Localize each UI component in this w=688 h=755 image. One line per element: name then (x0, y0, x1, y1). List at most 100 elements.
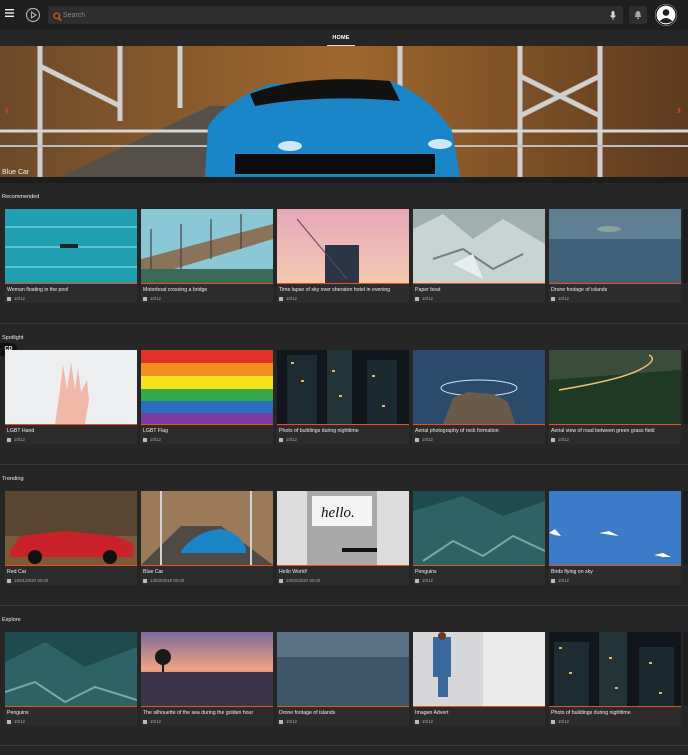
video-thumbnail[interactable] (277, 632, 409, 706)
card-date: 10/12 (279, 437, 297, 442)
video-thumbnail[interactable] (549, 632, 681, 706)
video-card[interactable]: hello. Hello World! 20/02/2020 00:00 (277, 491, 409, 585)
video-card[interactable]: The silhouette of the sea during the gol… (141, 632, 273, 726)
video-thumbnail[interactable] (413, 491, 545, 565)
row-scroll-edge[interactable] (683, 632, 688, 706)
video-thumbnail[interactable]: hello. (277, 491, 409, 565)
progress-accent (413, 283, 545, 284)
video-card[interactable]: Aerial photography of rock formation 10/1… (413, 350, 545, 444)
calendar-icon (143, 296, 147, 301)
card-title[interactable]: Birds flying on sky (551, 569, 593, 575)
row-scroll-edge[interactable] (683, 491, 688, 565)
tab-home[interactable]: HOME (323, 30, 359, 46)
video-card[interactable]: Woman floating in the pool 10/12 (5, 209, 137, 303)
card-title[interactable]: Imagen Advert (415, 710, 448, 716)
video-card[interactable]: Imagen Advert 10/12 (413, 632, 545, 726)
video-card[interactable]: Red Car 16/01/2020 00:00 (5, 491, 137, 585)
card-title[interactable]: Drone footage of islands (279, 710, 335, 716)
card-date-text: 10/12 (422, 437, 433, 442)
video-card[interactable]: Drone footage of islands 10/12 (549, 209, 681, 303)
calendar-icon (279, 296, 283, 301)
video-thumbnail[interactable] (549, 209, 681, 283)
card-date-text: 10/12 (558, 719, 569, 724)
microphone-icon[interactable] (609, 9, 617, 21)
video-thumbnail[interactable] (5, 350, 137, 424)
video-card[interactable]: Photo of buildings during nighttime 10/12 (277, 350, 409, 444)
video-thumbnail[interactable] (549, 350, 681, 424)
chevron-right-icon[interactable]: › (674, 102, 684, 116)
progress-accent (141, 283, 273, 284)
video-thumbnail[interactable] (141, 350, 273, 424)
hero-caption: Blue Car (2, 169, 30, 176)
card-date: 10/12 (551, 437, 569, 442)
calendar-icon (551, 719, 555, 724)
card-title[interactable]: Hello World! (279, 569, 307, 575)
video-card[interactable]: Time lapse of sky over sheraton hotel in… (277, 209, 409, 303)
video-thumbnail[interactable] (549, 491, 681, 565)
card-title[interactable]: Woman floating in the pool (7, 287, 68, 293)
card-title[interactable]: Blue Car (143, 569, 163, 575)
video-card[interactable]: LGBT Hand 10/12 (5, 350, 137, 444)
card-title[interactable]: Aerial view of road between green grass … (551, 428, 655, 434)
video-thumbnail[interactable] (5, 632, 137, 706)
video-thumbnail[interactable] (277, 209, 409, 283)
nav-bar: HOME (0, 30, 688, 46)
hero-banner[interactable]: Blue Car ‹ › (0, 46, 688, 177)
section-divider (0, 464, 688, 465)
progress-accent (549, 283, 681, 284)
menu-icon[interactable] (3, 8, 15, 22)
logo-icon[interactable] (25, 7, 41, 23)
card-title[interactable]: Paper boat (415, 287, 440, 293)
card-date-text: 10/12 (422, 719, 433, 724)
calendar-icon (7, 719, 11, 724)
card-title[interactable]: LGBT Hand (7, 428, 34, 434)
video-card[interactable]: Photo of buildings during nighttime 10/12 (549, 632, 681, 726)
card-title[interactable]: Motorboat crossing a bridge (143, 287, 207, 293)
video-thumbnail[interactable] (141, 491, 273, 565)
video-thumbnail[interactable] (413, 350, 545, 424)
card-title[interactable]: Time lapse of sky over sheraton hotel in… (279, 287, 390, 293)
row-scroll-edge[interactable] (683, 350, 688, 424)
video-thumbnail[interactable] (5, 209, 137, 283)
card-title[interactable]: Penguins (415, 569, 437, 575)
card-date: 10/12 (551, 719, 569, 724)
notifications-button[interactable] (629, 6, 647, 24)
video-card[interactable]: Drone footage of islands 10/12 (277, 632, 409, 726)
card-date: 10/12 (7, 437, 25, 442)
search-input[interactable] (63, 8, 603, 22)
video-thumbnail[interactable] (277, 350, 409, 424)
search-icon[interactable] (53, 9, 63, 22)
card-title[interactable]: Aerial photography of rock formation (415, 428, 499, 434)
card-title[interactable]: Photo of buildings during nighttime (279, 428, 359, 434)
video-thumbnail[interactable] (413, 209, 545, 283)
card-title[interactable]: LGBT Flag (143, 428, 168, 434)
video-card[interactable]: Aerial view of road between green grass … (549, 350, 681, 444)
card-date: 10/12 (415, 578, 433, 583)
avatar[interactable] (655, 4, 677, 26)
video-card[interactable]: Birds flying on sky 10/12 (549, 491, 681, 585)
video-card[interactable]: Penguins 10/12 (413, 491, 545, 585)
card-title[interactable]: Photo of buildings during nighttime (551, 710, 631, 716)
video-card[interactable]: Blue Car 13/03/2019 00:00 (141, 491, 273, 585)
card-date-text: 10/12 (558, 437, 569, 442)
video-card[interactable]: Paper boat 10/12 (413, 209, 545, 303)
card-date-text: 13/03/2019 00:00 (150, 578, 185, 583)
video-card[interactable]: Penguins 10/12 (5, 632, 137, 726)
card-title[interactable]: Penguins (7, 710, 29, 716)
card-date: 10/12 (279, 719, 297, 724)
progress-accent (549, 424, 681, 425)
video-thumbnail[interactable] (141, 632, 273, 706)
card-date: 16/01/2020 00:00 (7, 578, 48, 583)
video-card[interactable]: LGBT Flag 10/12 (141, 350, 273, 444)
row-scroll-edge[interactable] (683, 209, 688, 283)
video-thumbnail[interactable] (141, 209, 273, 283)
video-thumbnail[interactable] (5, 491, 137, 565)
card-title[interactable]: The silhouette of the sea during the gol… (143, 710, 253, 716)
card-title[interactable]: Drone footage of islands (551, 287, 607, 293)
video-card[interactable]: Motorboat crossing a bridge 10/12 (141, 209, 273, 303)
progress-accent (277, 424, 409, 425)
video-thumbnail[interactable] (413, 632, 545, 706)
calendar-icon (551, 296, 555, 301)
chevron-left-icon[interactable]: ‹ (2, 102, 12, 116)
card-title[interactable]: Red Car (7, 569, 26, 575)
